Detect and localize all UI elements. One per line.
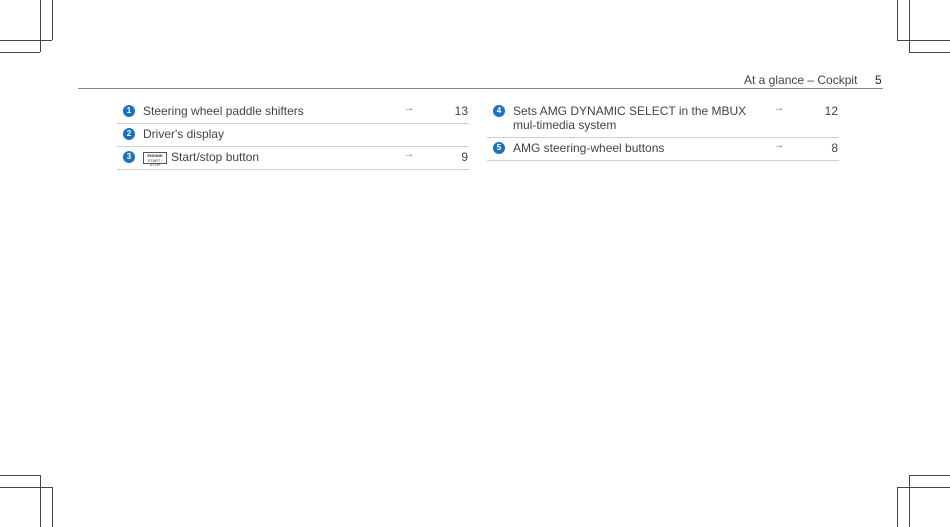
item-label: Start/stop button [171,150,260,164]
legend-item: 2 Driver's display [117,124,469,147]
item-label-with-icon: ENGINE START / STOP Start/stop button [143,150,379,167]
engine-start-stop-icon: ENGINE START / STOP [143,151,167,167]
section-title: At a glance – Cockpit [744,73,858,87]
icon-text-bottom: START / STOP [147,157,163,167]
crop-mark [0,475,40,476]
legend-list-right: 4 Sets AMG DYNAMIC SELECT in the MBUX mu… [487,101,839,161]
crop-mark [0,487,52,488]
page-reference[interactable]: 9 [461,150,468,164]
page-reference[interactable]: 13 [455,104,468,118]
number-badge: 1 [123,105,135,117]
crop-mark [909,475,950,476]
crop-mark [909,0,910,52]
crop-mark [897,0,898,40]
page-reference[interactable]: 8 [831,141,838,155]
arrow-icon: → [404,149,414,160]
legend-item[interactable]: 5 AMG steering-wheel buttons → 8 [487,138,839,161]
number-badge: 5 [493,142,505,154]
legend-list-left: 1 Steering wheel paddle shifters → 13 2 … [117,101,469,170]
header-divider [78,88,883,89]
crop-mark [40,0,41,52]
crop-mark [40,475,41,527]
page-number: 5 [875,73,882,87]
crop-mark [0,40,52,41]
legend-item[interactable]: 4 Sets AMG DYNAMIC SELECT in the MBUX mu… [487,101,839,138]
crop-mark [897,40,950,41]
crop-mark [897,487,950,488]
arrow-icon: → [404,103,414,114]
number-badge: 2 [123,128,135,140]
legend-item[interactable]: 1 Steering wheel paddle shifters → 13 [117,101,469,124]
crop-mark [909,475,910,527]
number-badge: 3 [123,151,135,163]
crop-mark [909,52,950,53]
item-label: Driver's display [143,127,224,141]
crop-mark [52,487,53,527]
item-label: AMG steering-wheel buttons [513,141,665,155]
crop-mark [897,487,898,527]
legend-item[interactable]: 3 ENGINE START / STOP Start/stop button … [117,147,469,170]
page-reference[interactable]: 12 [825,104,838,118]
arrow-icon: → [774,140,784,151]
item-label: Steering wheel paddle shifters [143,104,304,118]
crop-mark [52,0,53,40]
item-label: Sets AMG DYNAMIC SELECT in the MBUX mul-… [513,104,747,132]
arrow-icon: → [774,103,784,114]
crop-mark [0,52,40,53]
number-badge: 4 [493,105,505,117]
